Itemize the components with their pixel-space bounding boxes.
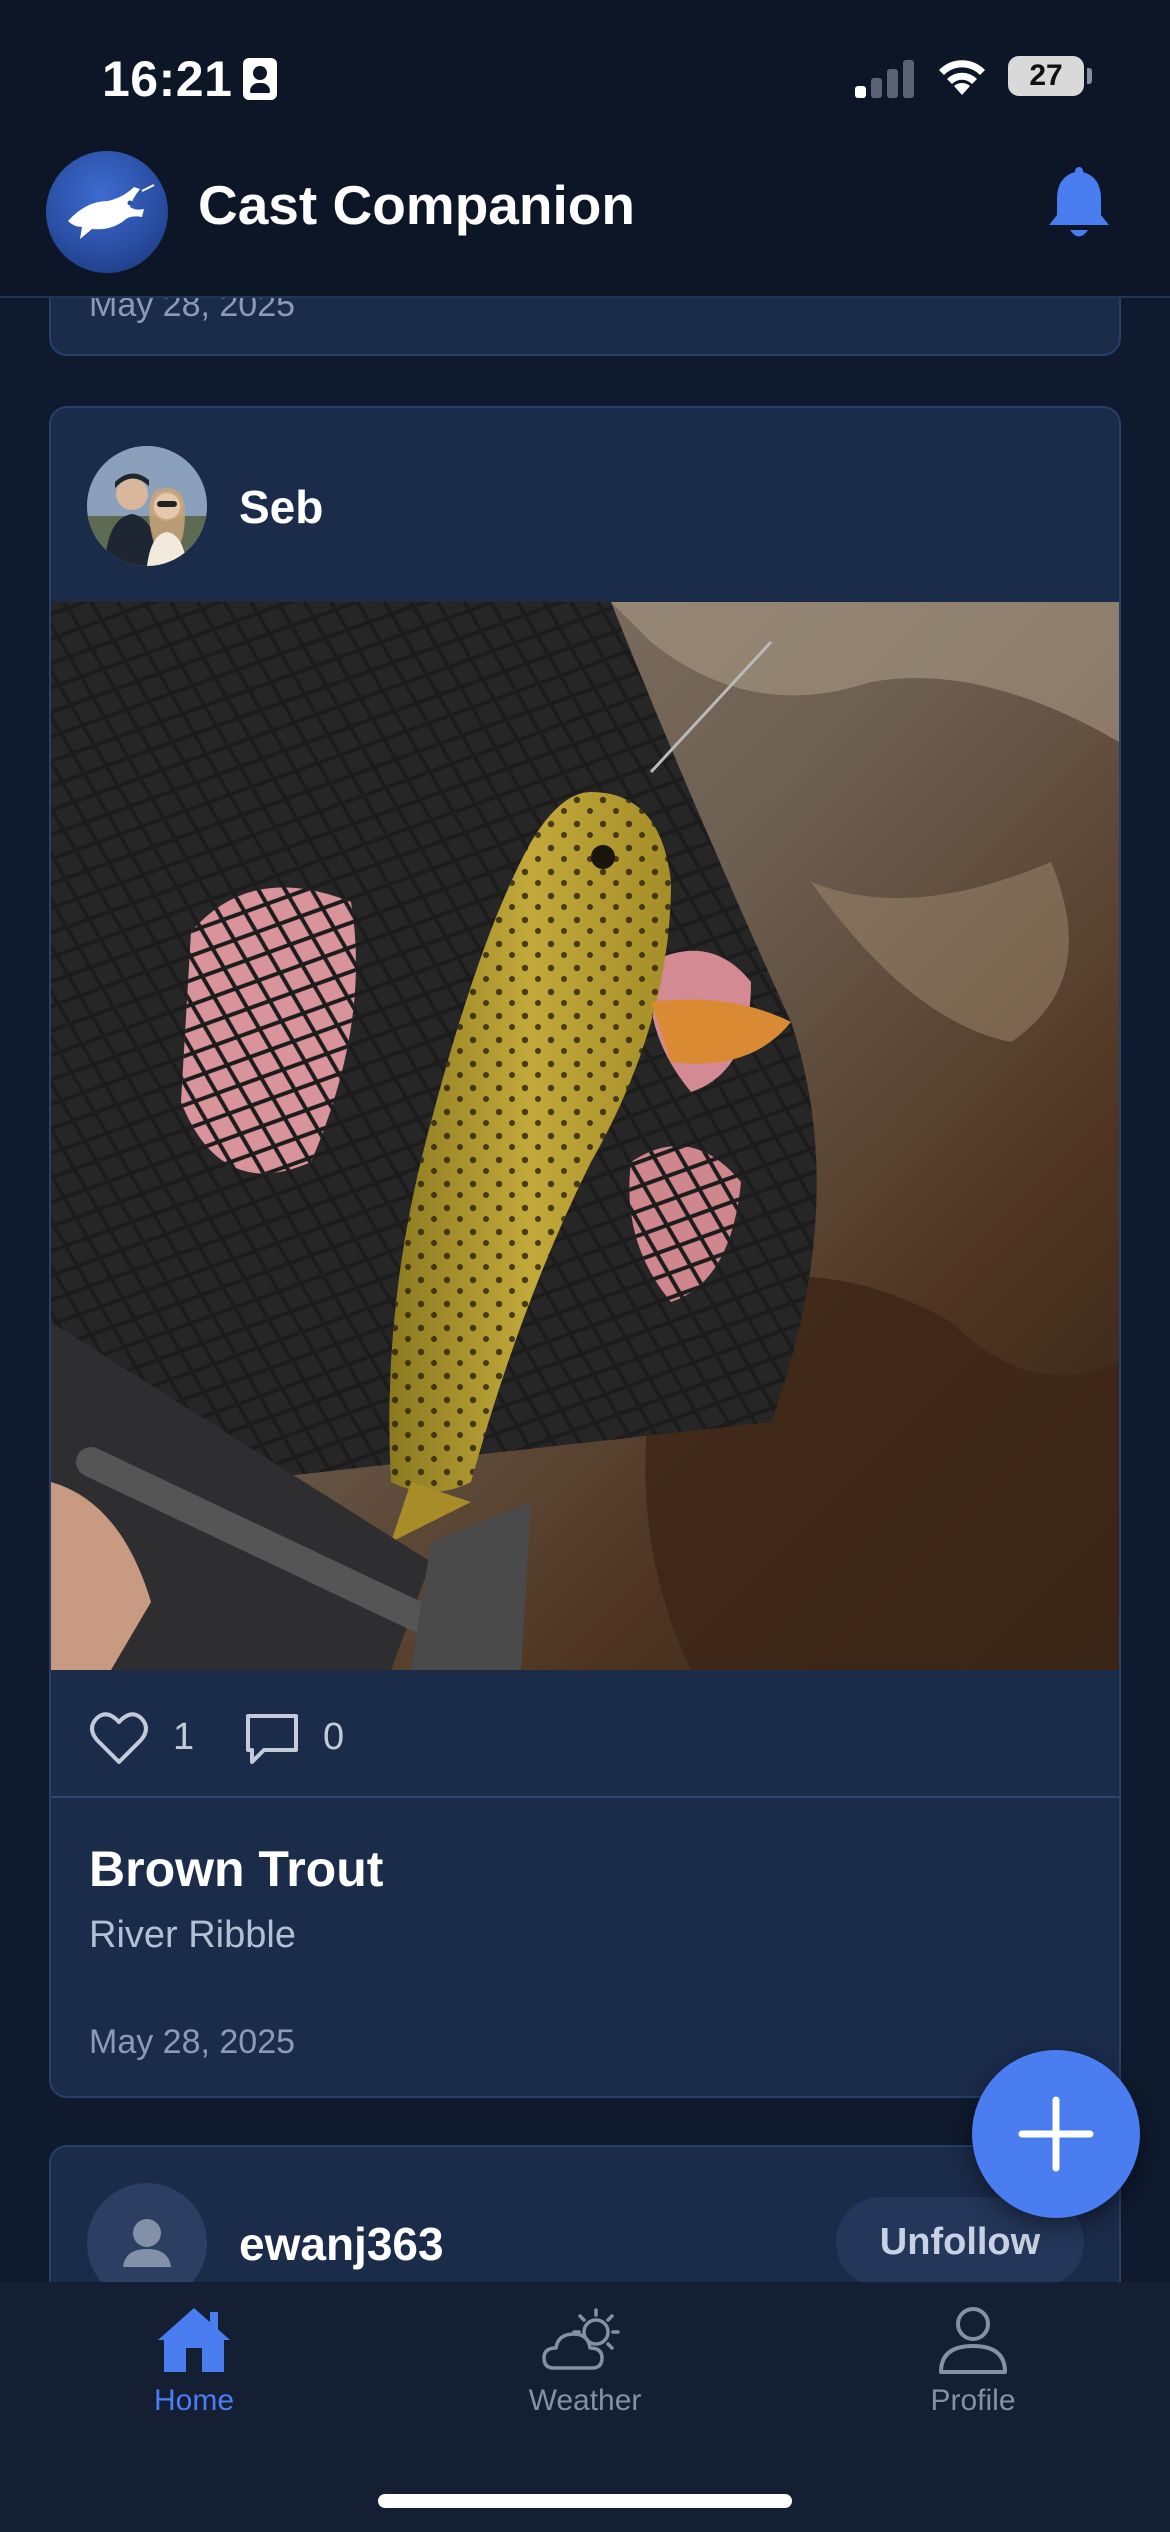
fish-logo-icon[interactable]: [46, 151, 168, 273]
tab-weather[interactable]: Weather: [465, 2304, 705, 2454]
status-bar: 16:21 27: [0, 0, 1170, 145]
cellular-signal-icon: [855, 58, 915, 98]
home-indicator: [378, 2494, 792, 2508]
post-date: May 28, 2025: [89, 2023, 296, 2061]
tab-home[interactable]: Home: [74, 2304, 314, 2454]
comment-icon[interactable]: [242, 1710, 302, 1766]
bell-icon[interactable]: [1043, 163, 1115, 243]
app-header: Cast Companion: [0, 145, 1170, 298]
comment-count: 0: [323, 1716, 345, 1758]
person-icon: [939, 2307, 1007, 2374]
app-title: Cast Companion: [198, 174, 635, 236]
wifi-icon: [939, 60, 985, 95]
contact-card-icon: [243, 58, 277, 100]
post-header: Seb: [51, 408, 1119, 602]
post-username[interactable]: ewanj363: [239, 2217, 444, 2271]
post-card[interactable]: Seb 1 0 Brown Trout River Ribble May 28,…: [49, 406, 1121, 2098]
status-time: 16:21: [102, 51, 233, 107]
tab-profile[interactable]: Profile: [853, 2304, 1093, 2454]
add-catch-button[interactable]: [972, 2050, 1140, 2218]
post-photo[interactable]: [51, 602, 1119, 1670]
battery-tip: [1087, 68, 1092, 84]
tab-label: Weather: [528, 2384, 642, 2417]
battery-indicator: 27: [1008, 56, 1084, 96]
post-actions: 1 0: [51, 1670, 1119, 1798]
catch-location: River Ribble: [89, 1914, 296, 1956]
post-username[interactable]: Seb: [239, 480, 323, 534]
catch-species: Brown Trout: [89, 1841, 384, 1897]
cloud-sun-icon: [542, 2308, 620, 2370]
avatar[interactable]: [87, 446, 207, 566]
home-icon: [158, 2308, 230, 2372]
tab-label: Profile: [930, 2384, 1016, 2417]
tab-label: Home: [153, 2384, 235, 2417]
plus-icon: [1018, 2096, 1094, 2172]
heart-icon[interactable]: [89, 1710, 149, 1766]
like-count: 1: [173, 1716, 195, 1758]
